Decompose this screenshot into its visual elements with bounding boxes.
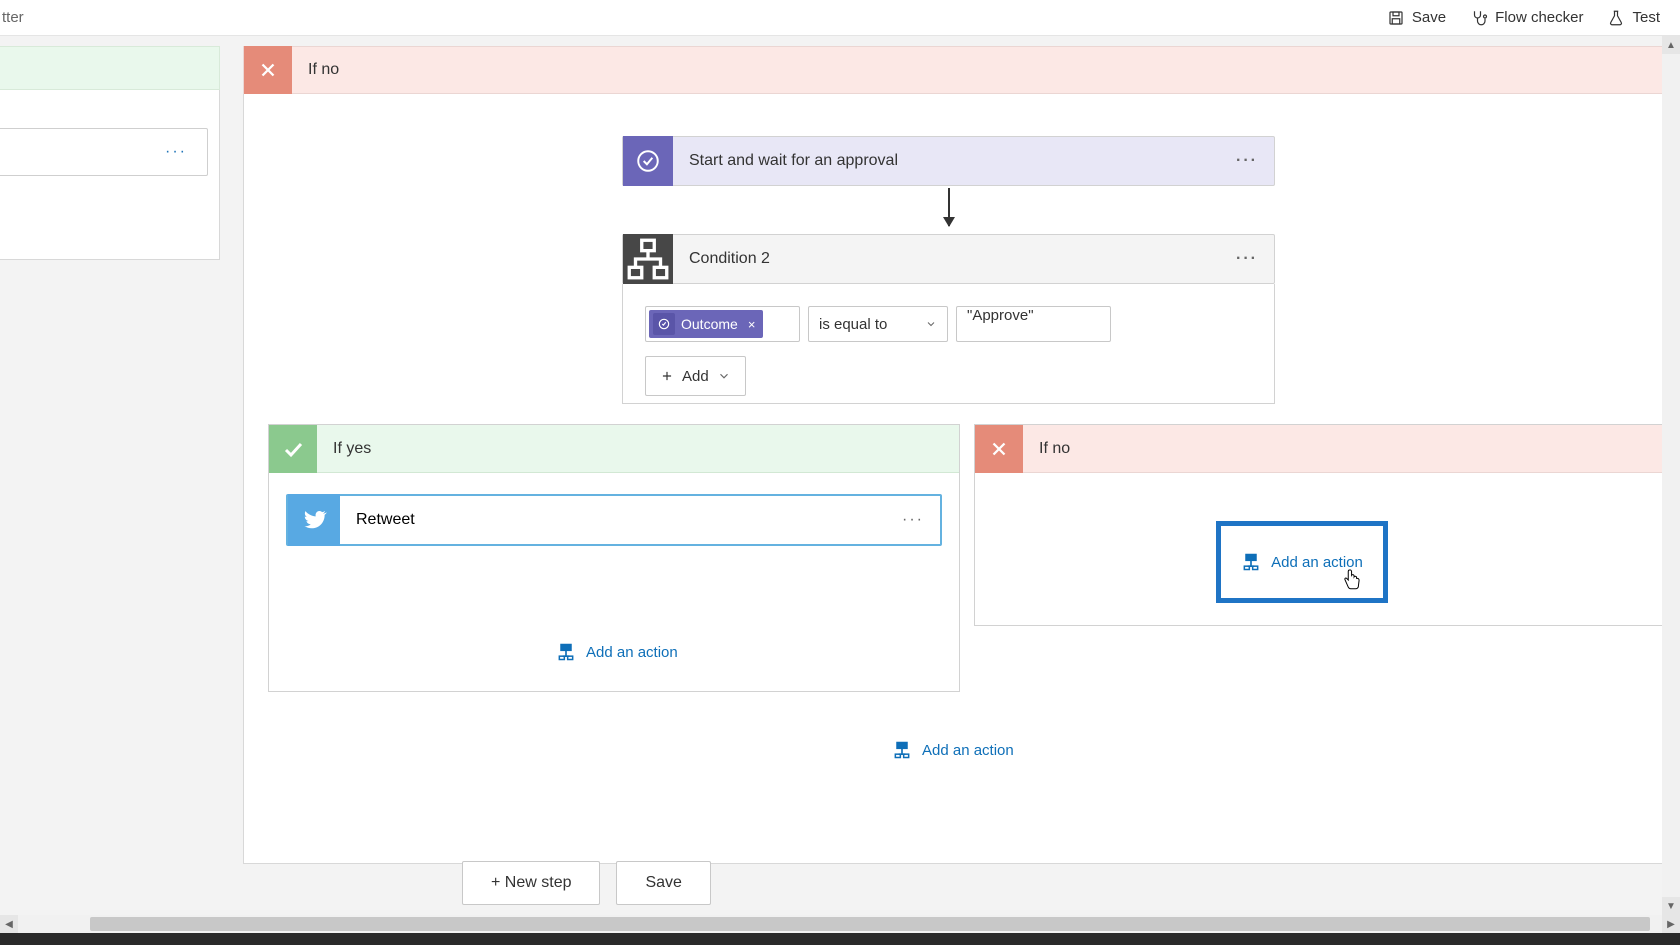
test-button[interactable]: Test — [1607, 9, 1660, 27]
flask-icon — [1607, 9, 1625, 27]
save-button[interactable]: Save — [1387, 9, 1446, 27]
new-step-label: + New step — [491, 874, 571, 892]
approval-title: Start and wait for an approval — [673, 152, 1220, 170]
condition-value-text: "Approve" — [967, 307, 1034, 324]
token-approval-icon — [653, 313, 675, 335]
test-label: Test — [1632, 9, 1660, 26]
save-button-bottom[interactable]: Save — [616, 861, 710, 905]
approval-more-icon[interactable]: ··· — [1220, 152, 1274, 170]
plus-icon — [660, 369, 674, 383]
if-yes-label: If yes — [317, 440, 371, 458]
outcome-token[interactable]: Outcome × — [649, 310, 763, 338]
twitter-icon — [288, 494, 340, 546]
check-icon — [269, 425, 317, 473]
more-icon[interactable]: ··· — [165, 143, 187, 161]
add-action-icon — [892, 740, 912, 760]
scroll-down-icon[interactable]: ▼ — [1662, 897, 1680, 915]
taskbar-peek — [0, 933, 1680, 945]
retweet-title: Retweet — [340, 511, 886, 529]
flow-canvas[interactable]: ··· If no Start and wait for an approval… — [0, 36, 1662, 915]
outer-if-no-body: Start and wait for an approval ··· Condi… — [243, 94, 1662, 864]
left-branch-peek-header — [0, 46, 220, 90]
add-condition-label: Add — [682, 368, 709, 385]
add-action-yes-button[interactable]: Add an action — [556, 642, 678, 662]
flow-title-fragment: tter — [0, 9, 24, 26]
retweet-card[interactable]: Retweet ··· — [286, 494, 942, 546]
add-action-yes-label: Add an action — [586, 644, 678, 661]
condition-body: Outcome × is equal to "Approve" Add — [622, 284, 1275, 404]
x-icon — [244, 46, 292, 94]
scroll-up-icon[interactable]: ▲ — [1662, 36, 1680, 54]
condition-more-icon[interactable]: ··· — [1220, 250, 1274, 268]
scroll-thumb[interactable] — [90, 917, 1650, 931]
cursor-pointer-icon — [1342, 568, 1362, 592]
operator-select[interactable]: is equal to — [808, 306, 948, 342]
condition-value-input[interactable]: "Approve" — [956, 306, 1111, 342]
if-no-header[interactable]: If no — [975, 425, 1662, 473]
condition-icon — [623, 234, 673, 284]
vertical-scrollbar[interactable]: ▲ ▼ — [1662, 36, 1680, 915]
stethoscope-icon — [1470, 9, 1488, 27]
horizontal-scrollbar[interactable]: ◀ ▶ — [0, 915, 1680, 933]
condition-title: Condition 2 — [673, 250, 1220, 268]
flow-checker-button[interactable]: Flow checker — [1470, 9, 1583, 27]
top-toolbar: tter Save Flow checker Test — [0, 0, 1680, 36]
if-no-label: If no — [1023, 440, 1070, 458]
outer-if-no-label: If no — [292, 61, 339, 79]
scroll-right-icon[interactable]: ▶ — [1662, 915, 1680, 933]
chevron-down-icon — [925, 318, 937, 330]
token-label: Outcome — [681, 316, 738, 332]
x-icon — [975, 425, 1023, 473]
add-action-icon — [556, 642, 576, 662]
add-action-bottom-label: Add an action — [922, 742, 1014, 759]
add-action-no-highlight-box: Add an action — [1216, 521, 1388, 603]
outer-if-no-header[interactable]: If no — [243, 46, 1662, 94]
add-action-icon — [1241, 552, 1261, 572]
approval-card[interactable]: Start and wait for an approval ··· — [622, 136, 1275, 186]
connector-arrow-icon — [948, 188, 950, 226]
operator-label: is equal to — [819, 316, 887, 333]
if-yes-header[interactable]: If yes — [269, 425, 959, 473]
add-condition-button[interactable]: Add — [645, 356, 746, 396]
footer-buttons: + New step Save — [462, 861, 711, 905]
add-action-bottom-button[interactable]: Add an action — [892, 740, 1014, 760]
token-remove-icon[interactable]: × — [748, 317, 756, 332]
left-peek-action-card[interactable]: ··· — [0, 128, 208, 176]
condition-header[interactable]: Condition 2 ··· — [622, 234, 1275, 284]
flow-checker-label: Flow checker — [1495, 9, 1583, 26]
retweet-more-icon[interactable]: ··· — [886, 511, 940, 529]
scroll-left-icon[interactable]: ◀ — [0, 915, 18, 933]
save-label: Save — [1412, 9, 1446, 26]
chevron-down-icon — [717, 369, 731, 383]
save-icon — [1387, 9, 1405, 27]
approval-icon — [623, 136, 673, 186]
new-step-button[interactable]: + New step — [462, 861, 600, 905]
save-bottom-label: Save — [645, 874, 681, 892]
condition-left-field[interactable]: Outcome × — [645, 306, 800, 342]
